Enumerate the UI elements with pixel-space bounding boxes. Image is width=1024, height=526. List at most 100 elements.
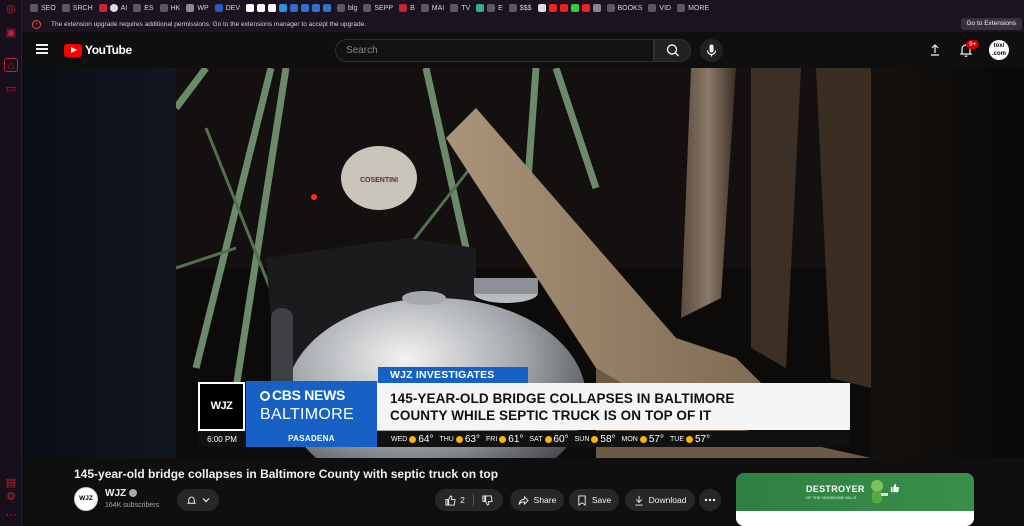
more-actions-button[interactable] (699, 489, 721, 511)
forecast-day: FRI 61° (485, 433, 524, 445)
suggestion-title: DESTROYER (806, 484, 865, 494)
chevron-down-icon (202, 498, 210, 503)
site-icon (279, 4, 288, 12)
settings-icon[interactable]: ⚙ (4, 490, 18, 504)
bookmark-folder[interactable]: DEV (214, 4, 240, 12)
subscriber-count: 164K subscribers (105, 502, 160, 509)
mic-icon (706, 44, 717, 57)
youtube-header: YouTube Search 9+ toxi .com (22, 32, 1024, 68)
site-icon (312, 4, 321, 12)
site-icon (399, 4, 408, 12)
bookmark-group[interactable] (537, 4, 601, 12)
download-button[interactable]: Download (625, 489, 695, 511)
folder-icon (30, 4, 38, 12)
folder-icon (606, 4, 615, 12)
thumbs-up-icon (890, 483, 900, 493)
site-icon (257, 4, 266, 12)
notification-badge: 9+ (966, 40, 980, 49)
share-button[interactable]: Share (510, 489, 564, 511)
go-to-extensions-button[interactable]: Go to Extensions (960, 18, 1022, 30)
bookmark-folder[interactable]: SRCH (61, 4, 93, 12)
subscribe-notifications-button[interactable] (177, 489, 219, 511)
folder-icon (420, 4, 429, 12)
search-button[interactable] (654, 39, 691, 62)
download-icon (634, 495, 643, 506)
sun-icon (591, 435, 599, 443)
partly-cloudy-icon (409, 435, 417, 443)
bookmark-folder[interactable]: SEO (30, 4, 56, 12)
bookmark-folder[interactable]: TV (450, 4, 470, 12)
site-icon (214, 4, 223, 12)
suggested-ad-card[interactable]: DESTROYER OF THE NONSENSE BILLS (736, 473, 974, 526)
bookmark-folder[interactable]: $$$ (508, 4, 532, 12)
site-icon (301, 4, 310, 12)
bookmark-group[interactable] (246, 4, 332, 12)
channel-name[interactable]: WJZ (105, 488, 138, 499)
bell-icon (186, 496, 197, 504)
site-icon (548, 4, 557, 12)
bookmark-folder[interactable]: SEPP (363, 4, 393, 12)
like-button[interactable]: 2 (445, 494, 465, 506)
youtube-play-icon (64, 43, 82, 57)
bookmark-folder[interactable]: blg (337, 4, 357, 12)
more-horizontal-icon (704, 498, 716, 502)
video-player[interactable]: COSENTINI WJZ CBS NEWS BALTIMORE WJZ INV… (22, 68, 1024, 458)
site-icon (98, 4, 107, 12)
bookmark-folder[interactable]: VID (648, 4, 671, 12)
home-icon[interactable]: ⌂ (4, 58, 18, 72)
site-icon (581, 4, 590, 12)
sun-icon (639, 435, 647, 443)
share-icon (518, 495, 529, 505)
bookmark-folder[interactable]: ES (133, 4, 154, 12)
game-icon[interactable]: ▭ (4, 82, 18, 96)
sun-icon (499, 435, 507, 443)
channel-avatar[interactable]: WJZ (74, 487, 98, 511)
user-avatar[interactable]: toxi .com (989, 40, 1009, 60)
cbs-news-baltimore-bug: CBS NEWS BALTIMORE (246, 381, 377, 432)
thumbs-down-icon[interactable] (482, 494, 493, 506)
ticker-location: PASADENA (246, 431, 377, 447)
bookmarks-bar: SEO SRCH AI ES HK WP DEV blg SEPP B MAI … (22, 0, 1024, 16)
site-icon (592, 4, 601, 12)
bookmark-folder[interactable]: B (399, 4, 415, 12)
forecast-list: WED 64° THU 63° FRI 61° SAT 60° SUN 58° MON 57… (377, 434, 710, 445)
panel-icon[interactable]: ▤ (4, 476, 18, 490)
browser-logo-icon[interactable]: ◎ (4, 2, 18, 16)
bookmark-folder[interactable]: E (476, 4, 503, 12)
bookmark-folder[interactable]: HK (159, 4, 180, 12)
bag-icon[interactable]: ▣ (4, 26, 18, 40)
wjz-station-logo: WJZ (198, 382, 245, 431)
forecast-day: MON 57° (621, 433, 664, 445)
folder-icon (133, 4, 142, 12)
site-icon (537, 4, 546, 12)
forecast-day: THU 63° (439, 433, 480, 445)
youtube-logo[interactable]: YouTube (64, 43, 132, 57)
search-input[interactable]: Search (335, 39, 654, 62)
menu-icon[interactable] (36, 44, 48, 54)
voice-search-button[interactable] (700, 39, 723, 62)
more-icon[interactable]: ⋯ (4, 508, 18, 522)
upload-icon[interactable] (928, 43, 942, 57)
save-playlist-icon (578, 494, 586, 506)
site-icon (559, 4, 568, 12)
video-headline-banner: 145-YEAR-OLD BRIDGE COLLAPSES IN BALTIMO… (377, 383, 850, 430)
site-icon (476, 4, 485, 12)
broadcast-time: 6:00 PM (207, 434, 237, 444)
sun-icon (455, 435, 463, 443)
site-icon (109, 4, 118, 12)
forecast-day: SUN 58° (574, 433, 616, 445)
bookmark-folder[interactable]: BOOKS (606, 4, 642, 12)
bookmark-folder[interactable]: WP (186, 4, 209, 12)
forecast-day: TUE 57° (670, 433, 711, 445)
bookmark-folder[interactable]: AI (98, 4, 127, 12)
mascot-icon (871, 480, 888, 503)
weather-ticker: 6:00 PM PASADENA WED 64° THU 63° FRI 61° SA… (198, 431, 850, 447)
folder-icon (648, 4, 657, 12)
video-frame[interactable]: COSENTINI WJZ CBS NEWS BALTIMORE WJZ INV… (176, 68, 871, 458)
save-button[interactable]: Save (569, 489, 619, 511)
bookmark-folder[interactable]: MORE (677, 4, 709, 12)
site-icon (186, 4, 195, 12)
forecast-day: WED 64° (391, 433, 434, 445)
partly-cloudy-icon (544, 435, 552, 443)
bookmark-folder[interactable]: MAI (420, 4, 444, 12)
